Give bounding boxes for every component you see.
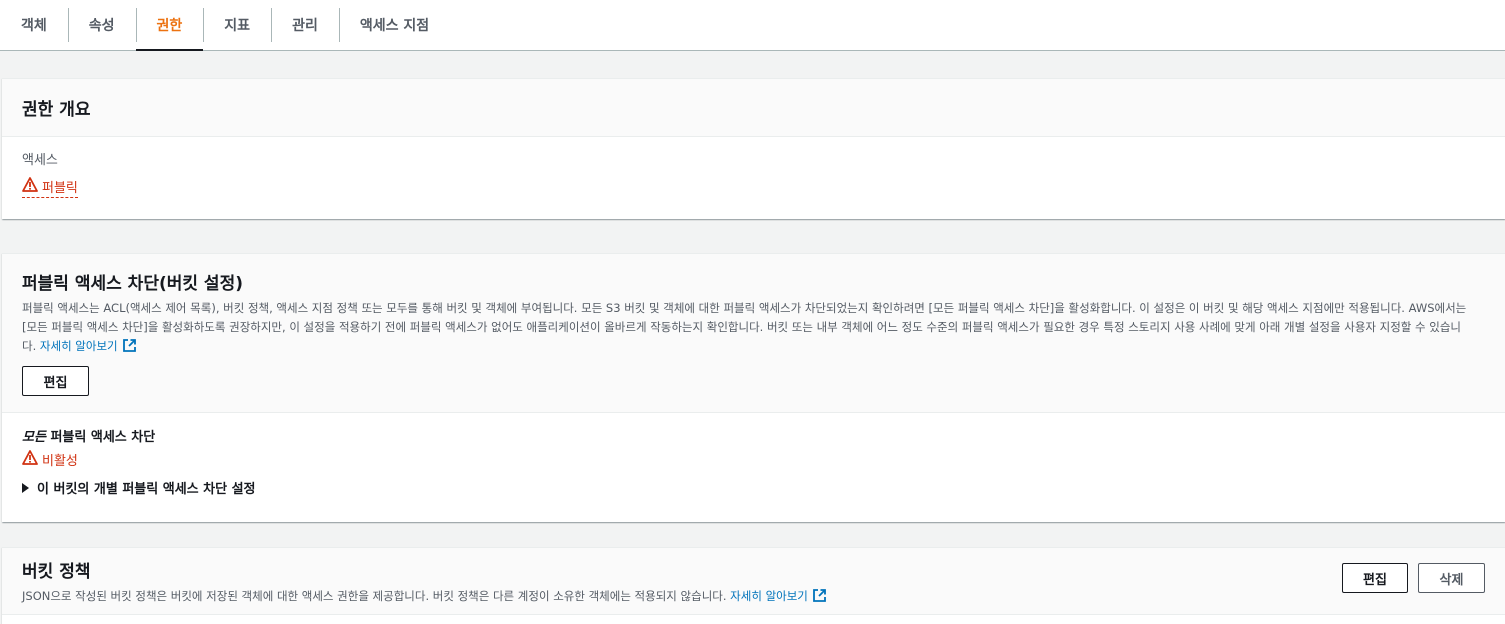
bucket-policy-panel: 버킷 정책 JSON으로 작성된 버킷 정책은 버킷에 저장된 객체에 대한 액… [2, 547, 1505, 624]
block-public-access-panel: 퍼블릭 액세스 차단(버킷 설정) 퍼블릭 액세스는 ACL(액세스 제어 목록… [2, 253, 1505, 522]
panel-title: 퍼블릭 액세스 차단(버킷 설정) [22, 274, 243, 294]
panel-title: 버킷 정책 [22, 562, 91, 582]
learn-more-text: 자세히 알아보기 [730, 589, 808, 603]
individual-settings-expander[interactable]: 이 버킷의 개별 퍼블릭 액세스 차단 설정 [22, 478, 1485, 497]
learn-more-link[interactable]: 자세히 알아보기 [40, 339, 137, 353]
external-link-icon [122, 338, 137, 353]
panel-description: 퍼블릭 액세스는 ACL(액세스 제어 목록), 버킷 정책, 액세스 지점 정… [22, 299, 1472, 356]
block-all-status: 비활성 [22, 450, 78, 469]
panel-header: 퍼블릭 액세스 차단(버킷 설정) 퍼블릭 액세스는 ACL(액세스 제어 목록… [2, 254, 1505, 413]
block-all-label-rest: 퍼블릭 액세스 차단 [45, 430, 156, 445]
warning-icon [22, 450, 38, 469]
tab-management[interactable]: 관리 [271, 6, 339, 44]
panel-title: 권한 개요 [22, 100, 91, 120]
tab-objects[interactable]: 객체 [0, 6, 68, 44]
panel-description: JSON으로 작성된 버킷 정책은 버킷에 저장된 객체에 대한 액세스 권한을… [22, 587, 1485, 606]
learn-more-text: 자세히 알아보기 [39, 339, 118, 353]
edit-button[interactable]: 편집 [1342, 563, 1408, 593]
description-text: 퍼블릭 액세스는 ACL(액세스 제어 목록), 버킷 정책, 액세스 지점 정… [22, 301, 1467, 353]
block-all-status-text: 비활성 [42, 454, 78, 469]
access-status-text: 퍼블릭 [42, 181, 78, 196]
block-all-label: 모든 퍼블릭 액세스 차단 [22, 429, 1485, 447]
external-link-icon [812, 588, 827, 603]
tab-bar: 객체 속성 권한 지표 관리 액세스 지점 [0, 0, 1505, 51]
tab-metrics[interactable]: 지표 [203, 6, 271, 44]
delete-button[interactable]: 삭제 [1418, 563, 1485, 593]
access-status[interactable]: 퍼블릭 [22, 177, 78, 198]
permissions-overview-panel: 권한 개요 액세스 퍼블릭 [2, 78, 1505, 219]
tab-access-points[interactable]: 액세스 지점 [338, 6, 450, 44]
panel-header: 버킷 정책 JSON으로 작성된 버킷 정책은 버킷에 저장된 객체에 대한 액… [2, 548, 1505, 615]
caret-right-icon [22, 482, 29, 493]
description-text: JSON으로 작성된 버킷 정책은 버킷에 저장된 객체에 대한 액세스 권한을… [22, 589, 727, 603]
block-all-label-italic: 모든 [22, 430, 46, 445]
access-label: 액세스 [22, 153, 58, 168]
learn-more-link[interactable]: 자세히 알아보기 [730, 589, 827, 603]
tab-permissions[interactable]: 권한 [135, 6, 204, 51]
edit-button[interactable]: 편집 [22, 366, 89, 396]
expander-label: 이 버킷의 개별 퍼블릭 액세스 차단 설정 [37, 482, 256, 497]
panel-header: 권한 개요 [2, 79, 1505, 137]
warning-icon [22, 177, 38, 196]
tab-properties[interactable]: 속성 [67, 6, 136, 44]
